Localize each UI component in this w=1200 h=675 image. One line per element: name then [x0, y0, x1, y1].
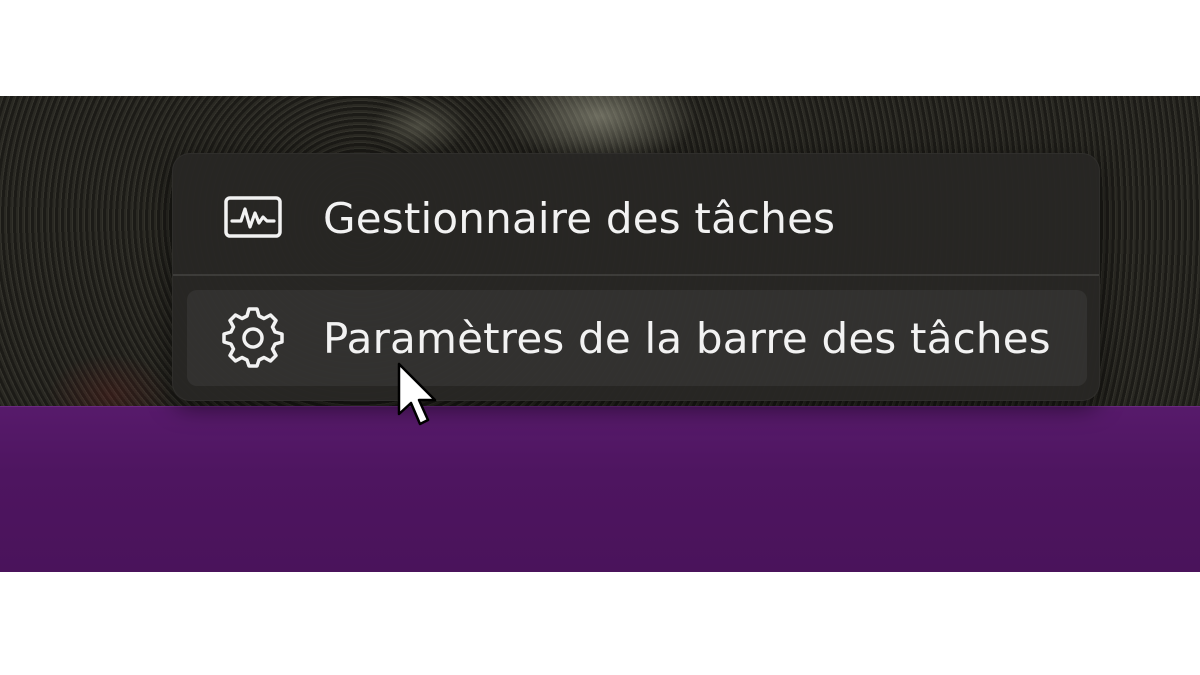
menu-item-label: Paramètres de la barre des tâches: [323, 313, 1051, 363]
taskbar-context-menu: Gestionnaire des tâches Paramètres de la…: [172, 153, 1100, 401]
task-manager-icon: [221, 186, 285, 250]
menu-item-task-manager[interactable]: Gestionnaire des tâches: [187, 170, 1087, 266]
taskbar[interactable]: [0, 406, 1200, 572]
menu-item-taskbar-settings[interactable]: Paramètres de la barre des tâches: [187, 290, 1087, 386]
gear-icon: [221, 306, 285, 370]
mouse-pointer-icon: [397, 362, 437, 426]
menu-item-label: Gestionnaire des tâches: [323, 193, 836, 243]
menu-separator: [173, 274, 1099, 276]
